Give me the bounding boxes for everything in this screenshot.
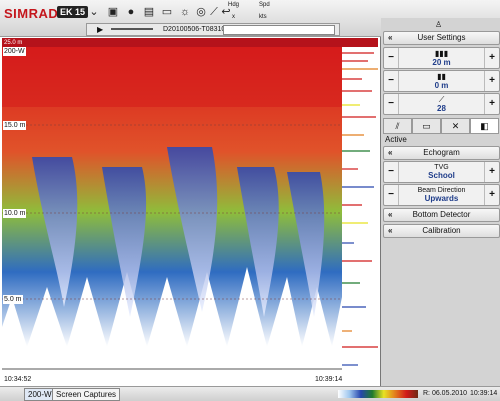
chevron-down-icon[interactable]: ⌄ (86, 4, 102, 20)
user-settings-label: User Settings (417, 33, 466, 42)
depth-label-5: 5.0 m (3, 295, 23, 304)
start-decrease-button[interactable]: − (384, 71, 399, 91)
depth-label-top: 25.0 m (4, 40, 23, 46)
panel-tabs: ⫽ ▭ ✕ ◧ (383, 118, 499, 134)
beam-value: Upwards (424, 194, 459, 203)
tab-200w[interactable]: 200-W (24, 388, 56, 401)
expand-icon: « (388, 148, 393, 157)
range-label: 200-W (3, 47, 26, 56)
echogram-image (2, 47, 379, 384)
user-icon: ♙ (435, 20, 443, 29)
tools-tab-icon[interactable]: ✕ (441, 118, 470, 134)
calibration-label: Calibration (422, 226, 461, 235)
display-tab-icon[interactable]: ▭ (412, 118, 441, 134)
replay-filename: D20100506-T083107 (163, 26, 230, 33)
replay-slider[interactable] (111, 28, 153, 30)
start-range-icon: ▮▮ (437, 72, 446, 81)
bottom-detector-label: Bottom Detector (412, 210, 471, 219)
status-bar: 200-W Screen Captures R: 06.05.2010 10:3… (0, 386, 500, 401)
echogram-button-label: Echogram (423, 148, 460, 157)
tvg-stepper[interactable]: − TVG School + (383, 161, 500, 183)
replay-date: R: 06.05.2010 (423, 390, 467, 397)
active-section-label: Active (385, 135, 407, 144)
sun-icon[interactable]: ☼ (177, 4, 193, 20)
start-value: 0 m (434, 81, 449, 90)
bottom-detector-button[interactable]: « Bottom Detector (383, 208, 500, 222)
right-panel: ♙ « User Settings − ▮▮▮ 20 m + − ▮▮ 0 m … (381, 18, 500, 386)
camera-icon[interactable]: ▣ (105, 4, 121, 20)
gain-decrease-button[interactable]: − (384, 94, 399, 114)
user-settings-header[interactable]: « User Settings (383, 31, 500, 45)
beam-decrease-button[interactable]: − (384, 185, 399, 205)
heading-label: Hdg (228, 2, 240, 8)
calibration-button[interactable]: « Calibration (383, 224, 500, 238)
echogram-button[interactable]: « Echogram (383, 146, 500, 160)
model-badge: EK 15 (57, 6, 89, 18)
gain-increase-button[interactable]: + (484, 94, 499, 114)
beam-direction-stepper[interactable]: − Beam Direction Upwards + (383, 184, 500, 206)
tab-screen-captures[interactable]: Screen Captures (52, 388, 121, 401)
echogram-tab-icon[interactable]: ⫽ (383, 118, 412, 134)
display-icon[interactable]: ▭ (159, 4, 175, 20)
record-icon[interactable]: ● (123, 4, 139, 20)
range-stepper[interactable]: − ▮▮▮ 20 m + (383, 47, 500, 69)
collapse-icon: « (388, 33, 393, 42)
tvg-increase-button[interactable]: + (484, 162, 499, 182)
speed-label: Spd (259, 2, 270, 8)
brand-logo: SIMRAD (4, 6, 59, 21)
gain-stepper[interactable]: − ⟋ 28 + (383, 93, 500, 115)
depth-label-15: 15.0 m (3, 121, 27, 130)
range-value: 20 m (432, 58, 451, 67)
tvg-decrease-button[interactable]: − (384, 162, 399, 182)
status-time: 10:39:14 (470, 390, 498, 397)
expand-icon: « (388, 226, 393, 235)
start-increase-button[interactable]: + (484, 71, 499, 91)
echogram-header-bar (2, 38, 378, 47)
replay-progress-field (223, 25, 335, 35)
replay-bar: ▶ D20100506-T083107 (86, 23, 340, 36)
expand-icon: « (388, 210, 393, 219)
beam-increase-button[interactable]: + (484, 185, 499, 205)
start-stepper[interactable]: − ▮▮ 0 m + (383, 70, 500, 92)
range-icon: ▮▮▮ (434, 49, 449, 58)
time-start: 10:34:52 (3, 375, 33, 384)
time-end: 10:39:14 (314, 375, 344, 384)
lock-icon[interactable]: ▤ (141, 4, 157, 20)
setup-tab-icon[interactable]: ◧ (470, 118, 499, 134)
depth-label-10: 10.0 m (3, 209, 27, 218)
color-scale (338, 390, 418, 398)
echogram-view[interactable]: 25.0 m 200-W 15.0 m 10.0 m 5.0 m 10:34:5… (0, 37, 381, 386)
tvg-value: School (428, 171, 455, 180)
range-decrease-button[interactable]: − (384, 48, 399, 68)
range-increase-button[interactable]: + (484, 48, 499, 68)
speed-unit: kts (259, 14, 267, 20)
play-icon[interactable]: ▶ (97, 25, 103, 34)
gain-value: 28 (437, 104, 446, 113)
heading-unit: x (232, 14, 235, 20)
